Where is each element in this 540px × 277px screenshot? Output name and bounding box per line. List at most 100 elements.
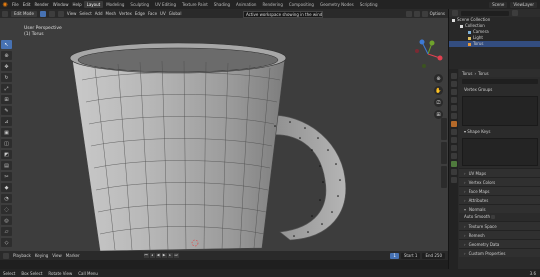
tab-compositing[interactable]: Compositing <box>286 1 317 8</box>
pan-hand-icon[interactable]: ✋ <box>434 86 443 95</box>
edge-select-icon[interactable] <box>48 10 55 17</box>
menu-edge[interactable]: Edge <box>135 11 145 16</box>
menu-add[interactable]: Add <box>95 11 103 16</box>
render-tab-icon[interactable] <box>450 81 457 87</box>
vertex-groups-list[interactable] <box>462 96 538 126</box>
menu-file[interactable]: File <box>10 2 21 7</box>
editor-type-icon[interactable] <box>2 10 8 17</box>
play-icon[interactable]: ▶ <box>161 253 167 258</box>
menu-face[interactable]: Face <box>148 11 157 16</box>
overlay-icon[interactable] <box>405 10 412 17</box>
tab-modeling[interactable]: Modeling <box>103 1 127 8</box>
physics-tab-icon[interactable] <box>450 145 457 151</box>
tab-geometry-nodes[interactable]: Geometry Nodes <box>317 1 357 8</box>
panel-face-maps[interactable]: › Face Maps <box>459 186 540 195</box>
navigation-gizmo[interactable] <box>412 38 444 70</box>
material-tab-icon[interactable] <box>450 169 457 175</box>
texture-tab-icon[interactable] <box>450 177 457 183</box>
next-key-icon[interactable]: ▸ <box>167 253 173 258</box>
inset-tool-icon[interactable]: ◫ <box>1 139 12 148</box>
zoom-icon[interactable]: ⊕ <box>434 74 443 83</box>
scale-tool-icon[interactable]: ⤢ <box>1 84 12 93</box>
menu-marker[interactable]: Marker <box>66 253 80 258</box>
shape-keys-list[interactable] <box>462 138 538 166</box>
jump-start-icon[interactable]: ⏮ <box>143 253 149 258</box>
measure-tool-icon[interactable]: ⊿ <box>1 117 12 126</box>
auto-smooth-row[interactable]: Auto Smooth <box>459 213 540 221</box>
vertex-select-icon[interactable] <box>39 10 46 17</box>
object-tab-icon[interactable] <box>450 121 457 127</box>
outliner-torus[interactable]: Torus <box>449 41 540 47</box>
rotate-tool-icon[interactable]: ↻ <box>1 73 12 82</box>
3d-viewport[interactable]: User Perspective (1) Torus ↖ ⊕ ✥ ↻ ⤢ ⊞ ✎… <box>0 18 448 251</box>
menu-timeline-view[interactable]: View <box>52 253 62 258</box>
shrink-tool-icon[interactable]: ◎ <box>1 216 12 225</box>
menu-keying[interactable]: Keying <box>35 253 48 258</box>
menu-vertex[interactable]: Vertex <box>119 11 132 16</box>
output-tab-icon[interactable] <box>450 89 457 95</box>
tab-texture-paint[interactable]: Texture Paint <box>179 1 211 8</box>
particles-tab-icon[interactable] <box>450 137 457 143</box>
menu-render[interactable]: Render <box>32 2 50 7</box>
move-tool-icon[interactable]: ✥ <box>1 62 12 71</box>
panel-remesh[interactable]: › Remesh <box>459 230 540 239</box>
cursor-tool-icon[interactable]: ⊕ <box>1 51 12 60</box>
poly-build-tool-icon[interactable]: ◆ <box>1 183 12 192</box>
blender-logo-icon[interactable]: ◉ <box>0 0 10 9</box>
panel-normals[interactable]: ▾ Normals <box>459 204 540 213</box>
tab-sculpting[interactable]: Sculpting <box>127 1 152 8</box>
sidebar-tab-item[interactable] <box>441 118 447 140</box>
view-layer-tab-icon[interactable] <box>450 97 457 103</box>
tab-uv-editing[interactable]: UV Editing <box>152 1 179 8</box>
annotate-tool-icon[interactable]: ✎ <box>1 106 12 115</box>
spin-tool-icon[interactable]: ◔ <box>1 194 12 203</box>
knife-tool-icon[interactable]: ✂ <box>1 172 12 181</box>
filter-icon[interactable] <box>512 10 518 16</box>
menu-select[interactable]: Select <box>79 11 91 16</box>
panel-uv-maps[interactable]: › UV Maps <box>459 168 540 177</box>
mode-selector[interactable]: Edit Mode <box>11 10 37 17</box>
solid-shading-icon[interactable] <box>421 10 428 17</box>
tab-scripting[interactable]: Scripting <box>357 1 381 8</box>
current-frame-field[interactable]: 1 <box>390 252 399 259</box>
transform-orientation[interactable]: Global <box>169 11 182 16</box>
outliner-search-input[interactable] <box>461 10 509 16</box>
auto-smooth-checkbox[interactable] <box>491 215 496 219</box>
start-frame-field[interactable]: Start 1 <box>400 252 421 259</box>
tab-rendering[interactable]: Rendering <box>259 1 285 8</box>
bevel-tool-icon[interactable]: ◩ <box>1 150 12 159</box>
scene-selector[interactable]: Scene <box>489 1 508 8</box>
loop-cut-tool-icon[interactable]: ▤ <box>1 161 12 170</box>
menu-help[interactable]: Help <box>70 2 83 7</box>
timeline-editor-icon[interactable] <box>3 252 9 259</box>
tab-shading[interactable]: Shading <box>211 1 233 8</box>
world-tab-icon[interactable] <box>450 113 457 119</box>
options-button[interactable]: Options <box>430 11 445 17</box>
play-reverse-icon[interactable]: ◀ <box>155 253 161 258</box>
menu-uv[interactable]: UV <box>160 11 166 16</box>
menu-edit[interactable]: Edit <box>21 2 33 7</box>
extrude-tool-icon[interactable]: ▣ <box>1 128 12 137</box>
mesh-data-tab-icon[interactable] <box>450 161 457 167</box>
shape-keys-header[interactable]: ▾ Shape Keys <box>459 128 540 136</box>
timeline-area[interactable] <box>0 260 448 269</box>
panel-custom-properties[interactable]: › Custom Properties <box>459 248 540 257</box>
mesh-name-field[interactable] <box>462 79 538 84</box>
constraints-tab-icon[interactable] <box>450 153 457 159</box>
select-tool-icon[interactable]: ↖ <box>1 40 12 49</box>
end-frame-field[interactable]: End 250 <box>422 252 445 259</box>
tab-layout[interactable]: Layout <box>83 1 104 8</box>
panel-texture-space[interactable]: › Texture Space <box>459 221 540 230</box>
face-select-icon[interactable] <box>57 10 64 17</box>
transform-tool-icon[interactable]: ⊞ <box>1 95 12 104</box>
menu-mesh[interactable]: Mesh <box>106 11 117 16</box>
menu-window[interactable]: Window <box>51 2 71 7</box>
modifier-tab-icon[interactable] <box>450 129 457 135</box>
panel-vertex-colors[interactable]: › Vertex Colors <box>459 177 540 186</box>
xray-icon[interactable] <box>413 10 420 17</box>
panel-attributes[interactable]: › Attributes <box>459 195 540 204</box>
shear-tool-icon[interactable]: ▱ <box>1 227 12 236</box>
menu-view[interactable]: View <box>67 11 77 16</box>
rip-tool-icon[interactable]: ◇ <box>1 238 12 247</box>
prev-key-icon[interactable]: ◂ <box>149 253 155 258</box>
